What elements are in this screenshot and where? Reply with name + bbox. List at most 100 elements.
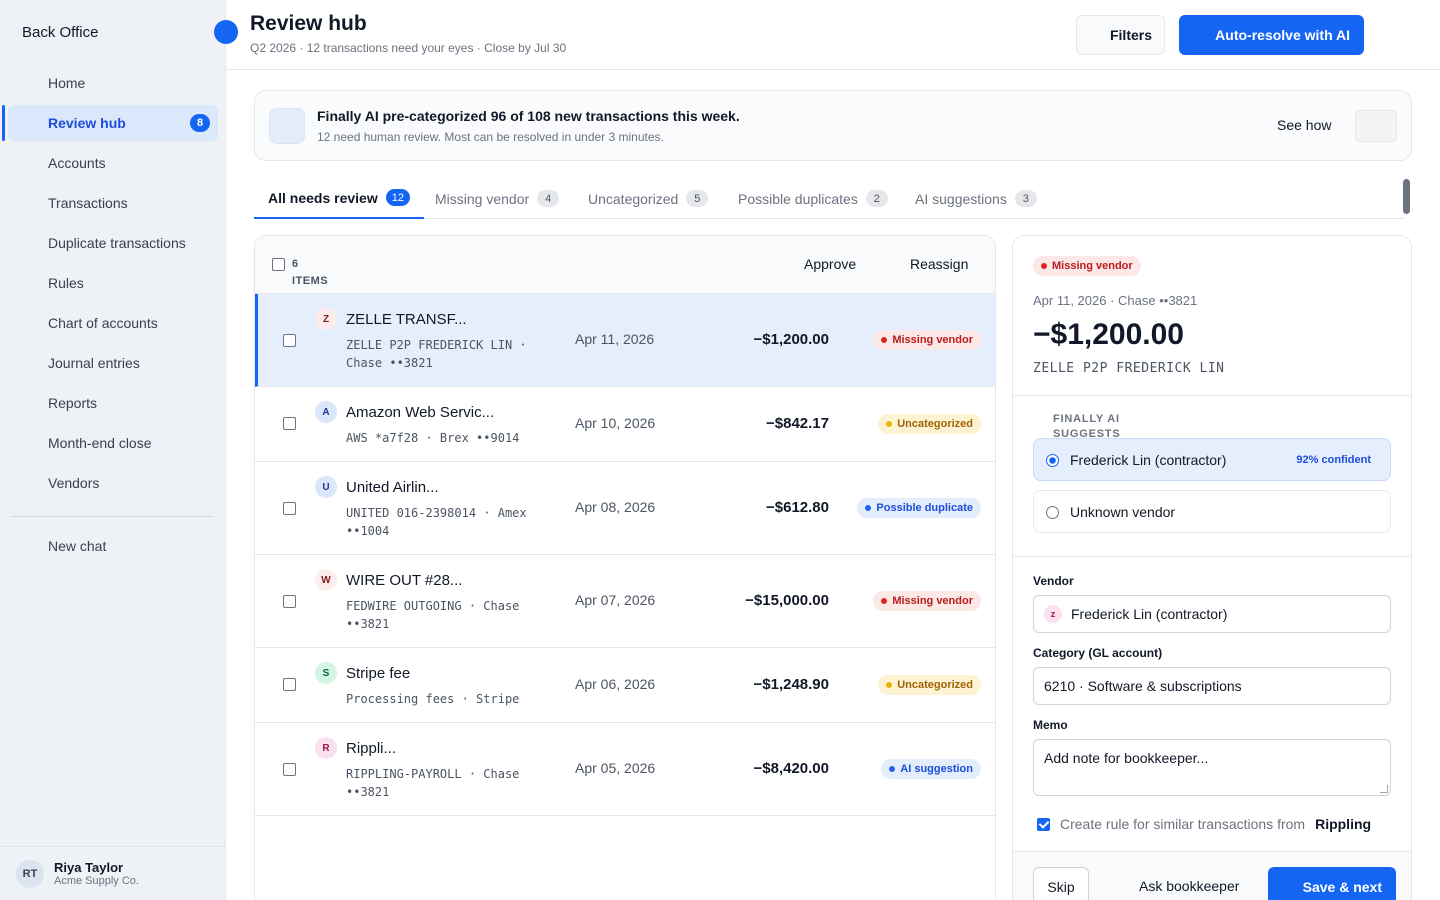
table-row[interactable]: U United Airlin... UNITED 016-2398014 · … xyxy=(255,462,995,555)
vendor-avatar: z xyxy=(1044,605,1062,623)
radio-selected-icon[interactable] xyxy=(1046,454,1059,467)
filters-button[interactable]: Filters xyxy=(1076,15,1165,55)
dismiss-banner-button[interactable] xyxy=(1355,110,1397,142)
app-logo[interactable]: Back Office xyxy=(20,24,98,41)
tab-missing-vendor[interactable]: Missing vendor 4 xyxy=(435,178,560,219)
create-rule-vendor: Rippling xyxy=(1315,816,1372,832)
vendor-avatar: A xyxy=(315,401,337,423)
tab-possible-duplicates[interactable]: Possible duplicates 2 xyxy=(738,178,888,219)
unknown-vendor-option[interactable]: Unknown vendor xyxy=(1033,490,1391,533)
tab-label: Missing vendor xyxy=(435,190,530,207)
see-how-link[interactable]: See how xyxy=(1277,117,1331,133)
sidebar-item-label: Review hub xyxy=(48,115,126,131)
status-badge: Missing vendor xyxy=(873,330,981,350)
row-checkbox[interactable] xyxy=(283,417,296,430)
row-title: ZELLE TRANSF... xyxy=(346,311,467,328)
sidebar-item-label: Vendors xyxy=(48,475,100,491)
sidebar-item-month-end-close[interactable]: Month-end close xyxy=(8,425,218,461)
sidebar-item-label: Accounts xyxy=(48,155,106,171)
row-checkbox[interactable] xyxy=(283,502,296,515)
sidebar-item-review-hub[interactable]: Review hub 8 xyxy=(2,105,218,141)
table-row[interactable]: S Stripe fee Processing fees · Stripe Ap… xyxy=(255,648,995,723)
vendor-avatar: W xyxy=(315,569,337,591)
status-badge: Missing vendor xyxy=(1033,256,1141,276)
row-date: Apr 08, 2026 xyxy=(575,499,656,515)
table-row[interactable]: R Rippli... RIPPLING-PAYROLL · Chase ••3… xyxy=(255,723,995,816)
user-profile[interactable]: RT Riya Taylor Acme Supply Co. xyxy=(0,846,226,900)
row-checkbox[interactable] xyxy=(283,763,296,776)
option-label: Frederick Lin (contractor) xyxy=(1070,451,1227,468)
row-checkbox[interactable] xyxy=(283,678,296,691)
sidebar-item-label: Chart of accounts xyxy=(48,315,158,331)
row-date: Apr 05, 2026 xyxy=(575,760,656,776)
memo-textarea[interactable]: Add note for bookkeeper... xyxy=(1033,739,1391,796)
status-badge: Missing vendor xyxy=(873,591,981,611)
vendor-value: Frederick Lin (contractor) xyxy=(1071,606,1228,622)
item-count: 6 ITEMS xyxy=(292,256,328,290)
item-count-number: 6 xyxy=(292,258,299,270)
category-value: 6210 · Software & subscriptions xyxy=(1044,678,1242,694)
table-row[interactable]: Z ZELLE TRANSF... ZELLE P2P FREDERICK LI… xyxy=(255,294,995,387)
category-label: Category (GL account) xyxy=(1033,646,1163,660)
app-logo-text: Back Office xyxy=(22,24,99,41)
sidebar-item-home[interactable]: Home xyxy=(8,65,218,101)
category-select[interactable]: 6210 · Software & subscriptions xyxy=(1033,667,1391,705)
tab-ai-suggestions[interactable]: AI suggestions 3 xyxy=(915,178,1037,219)
row-amount: −$612.80 xyxy=(766,499,829,516)
detail-status: Missing vendor xyxy=(1033,256,1141,276)
sidebar-item-reports[interactable]: Reports xyxy=(8,385,218,421)
vendor-field[interactable]: z Frederick Lin (contractor) xyxy=(1033,595,1391,633)
status-label: Possible duplicate xyxy=(876,502,973,514)
table-row[interactable]: A Amazon Web Servic... AWS *a7f28 · Brex… xyxy=(255,387,995,462)
sidebar-item-duplicate-transactions[interactable]: Duplicate transactions xyxy=(8,225,218,261)
resize-handle-icon[interactable] xyxy=(1380,785,1388,793)
row-amount: −$1,248.90 xyxy=(753,676,830,693)
tab-count: 2 xyxy=(865,190,888,207)
tab-all-needs-review[interactable]: All needs review 12 xyxy=(254,178,424,219)
save-next-button[interactable]: Save & next xyxy=(1268,867,1396,900)
vendor-avatar: S xyxy=(315,662,337,684)
row-description: Processing fees · Stripe xyxy=(346,692,520,706)
sidebar-item-label: Month-end close xyxy=(48,435,152,451)
sidebar-item-accounts[interactable]: Accounts xyxy=(8,145,218,181)
radio-icon[interactable] xyxy=(1046,506,1059,519)
sidebar-toggle-button[interactable] xyxy=(214,20,238,44)
sidebar-item-transactions[interactable]: Transactions xyxy=(8,185,218,221)
row-checkbox[interactable] xyxy=(283,595,296,608)
scrollbar[interactable] xyxy=(1403,179,1410,214)
list-header: 6 ITEMS Approve Reassign xyxy=(255,236,995,294)
row-description: FEDWIRE OUTGOING · Chase ••3821 xyxy=(346,599,520,631)
sidebar-item-chart-of-accounts[interactable]: Chart of accounts xyxy=(8,305,218,341)
tab-label: All needs review xyxy=(268,189,378,206)
skip-button[interactable]: Skip xyxy=(1033,867,1089,900)
select-all-checkbox[interactable] xyxy=(272,258,285,271)
vendor-avatar: Z xyxy=(315,308,337,330)
tab-uncategorized[interactable]: Uncategorized 5 xyxy=(588,178,709,219)
sidebar-item-journal-entries[interactable]: Journal entries xyxy=(8,345,218,381)
vendor-suggestion-option[interactable]: Frederick Lin (contractor) 92% confident xyxy=(1033,438,1391,481)
sidebar-item-vendors[interactable]: Vendors xyxy=(8,465,218,501)
confidence-badge: 92% confident xyxy=(1296,454,1371,466)
status-dot-icon xyxy=(889,766,896,772)
new-chat-link[interactable]: New chat xyxy=(48,538,106,554)
create-rule-checkbox[interactable] xyxy=(1037,817,1050,831)
row-title: Amazon Web Servic... xyxy=(346,404,495,421)
user-name: Riya Taylor xyxy=(54,860,124,875)
item-count-unit: ITEMS xyxy=(292,275,329,287)
approve-button[interactable]: Approve xyxy=(804,256,856,272)
create-rule-row[interactable]: Create rule for similar transactions fro… xyxy=(1037,816,1371,832)
detail-amount: −$1,200.00 xyxy=(1033,318,1184,351)
table-row[interactable]: W WIRE OUT #28... FEDWIRE OUTGOING · Cha… xyxy=(255,555,995,648)
status-label: Uncategorized xyxy=(897,679,973,691)
auto-resolve-button[interactable]: Auto-resolve with AI xyxy=(1179,15,1364,55)
ask-bookkeeper-button[interactable]: Ask bookkeeper xyxy=(1139,878,1239,894)
row-checkbox[interactable] xyxy=(283,334,296,347)
status-badge: Uncategorized xyxy=(878,675,981,695)
status-badge: Possible duplicate xyxy=(857,498,981,518)
vendor-avatar: U xyxy=(315,476,337,498)
sidebar-item-label: Home xyxy=(48,75,86,91)
status-dot-icon xyxy=(1041,263,1047,269)
vendor-avatar: R xyxy=(315,737,337,759)
reassign-button[interactable]: Reassign xyxy=(910,256,968,272)
sidebar-item-rules[interactable]: Rules xyxy=(8,265,218,301)
